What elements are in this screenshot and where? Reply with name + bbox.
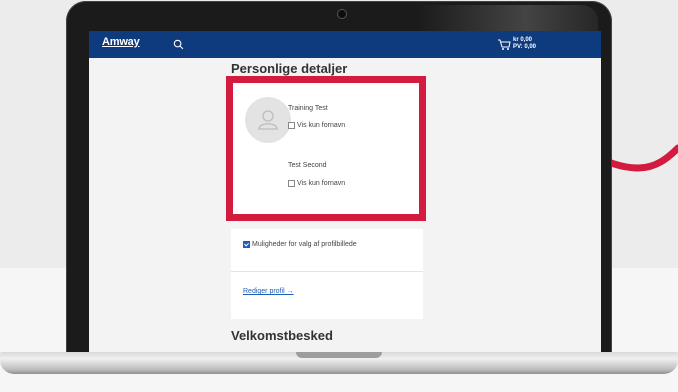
checkbox-box-checked[interactable]	[243, 241, 250, 248]
divider	[231, 271, 423, 272]
personal-details-title: Personlige detaljer	[231, 61, 348, 76]
laptop-base	[0, 352, 678, 374]
welcome-message-title: Velkomstbesked	[231, 328, 333, 343]
app-header: Amway kr 0,00 PV: 0,00	[89, 31, 601, 58]
profile-picture-option-checkbox[interactable]: Muligheder for valg af profilbillede	[243, 241, 357, 248]
camera-icon	[337, 9, 347, 19]
laptop-notch	[296, 352, 382, 358]
checkbox-label: Muligheder for valg af profilbillede	[252, 241, 357, 248]
cart-points: PV: 0,00	[513, 44, 537, 50]
edit-profile-link[interactable]: Rediger profil →	[243, 288, 294, 295]
cart-summary[interactable]: kr 0,00 PV: 0,00	[513, 37, 536, 51]
cart-amount: kr 0,00	[513, 37, 533, 43]
amway-logo[interactable]: Amway	[102, 36, 140, 48]
highlight-frame	[226, 76, 426, 221]
laptop-screen: Amway kr 0,00 PV: 0,00 Personlige detalj…	[89, 31, 601, 352]
cart-icon[interactable]	[497, 38, 511, 51]
search-icon[interactable]	[173, 39, 184, 50]
